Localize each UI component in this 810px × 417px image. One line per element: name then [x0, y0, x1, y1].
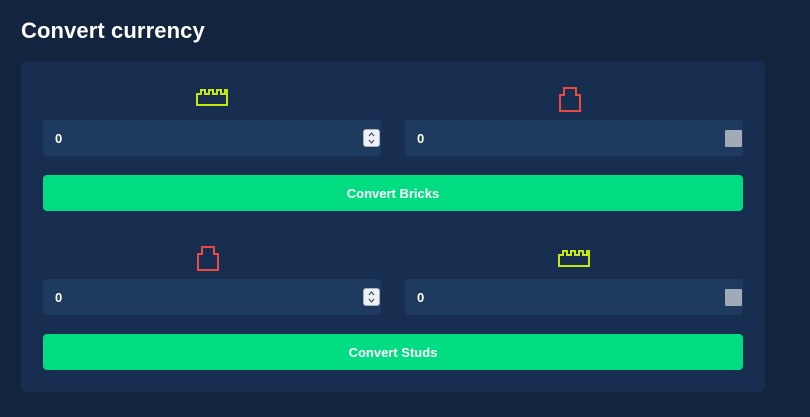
converter-panel: Convert Bricks	[21, 61, 765, 392]
convert-bricks-button[interactable]: Convert Bricks	[43, 175, 743, 211]
brick-result-field	[405, 120, 743, 156]
chevron-down-icon[interactable]	[368, 138, 375, 145]
chevron-up-icon[interactable]	[368, 290, 375, 297]
brick-icon	[197, 246, 219, 271]
stud-result-output	[405, 279, 695, 315]
number-stepper[interactable]	[363, 288, 380, 306]
brick-amount-field	[43, 279, 381, 315]
stud-amount-input[interactable]	[43, 120, 333, 156]
page-title: Convert currency	[21, 18, 205, 43]
stud-result-field	[405, 279, 743, 315]
brick-icon	[559, 87, 581, 112]
brick-amount-input[interactable]	[43, 279, 333, 315]
stud-amount-field	[43, 120, 381, 156]
number-stepper[interactable]	[363, 129, 380, 147]
stud-icon	[196, 89, 228, 106]
chevron-down-icon[interactable]	[368, 297, 375, 304]
convert-studs-button[interactable]: Convert Studs	[43, 334, 743, 370]
result-indicator	[725, 130, 742, 147]
convert-bricks-section: Convert Bricks	[43, 85, 743, 211]
icon-row	[43, 85, 743, 120]
icon-row	[43, 244, 743, 279]
result-indicator	[725, 289, 742, 306]
brick-result-output	[405, 120, 695, 156]
convert-studs-section: Convert Studs	[43, 244, 743, 370]
stud-icon	[558, 250, 590, 267]
chevron-up-icon[interactable]	[368, 131, 375, 138]
